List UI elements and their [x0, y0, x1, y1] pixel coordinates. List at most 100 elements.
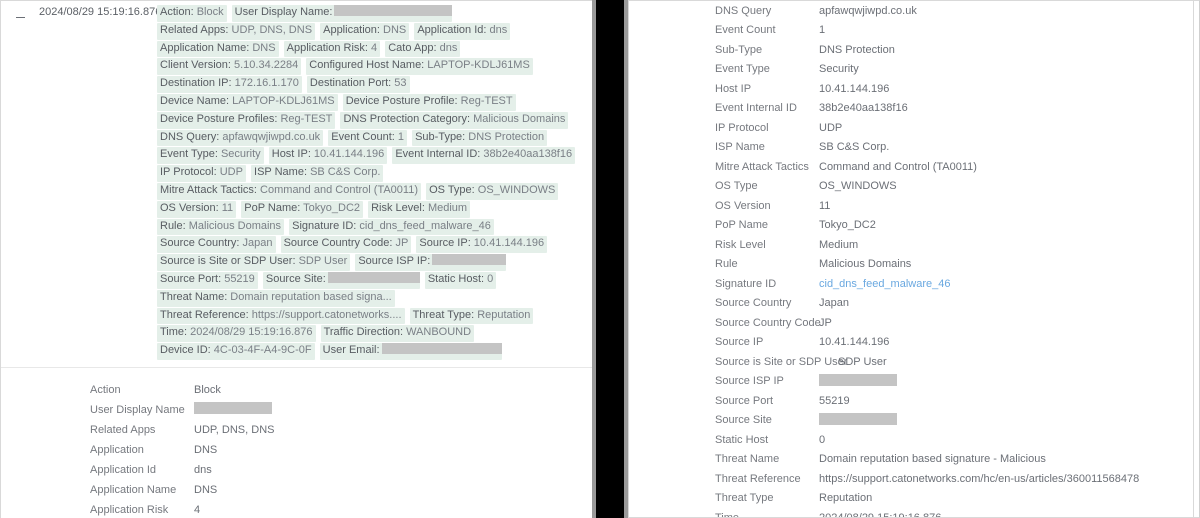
event-tag-key: Device Name: [160, 94, 230, 107]
event-tag[interactable]: OS Type: OS_WINDOWS [426, 182, 559, 200]
detail-value: DNS Protection [819, 43, 895, 56]
detail-label: PoP Name [715, 219, 768, 232]
event-tag[interactable]: Host IP: 10.41.144.196 [268, 147, 388, 165]
detail-label: Source Country [715, 297, 792, 310]
event-tag-key: Threat Reference: [160, 308, 249, 321]
right-panel-edge [1193, 1, 1194, 517]
detail-row: Application Name DNS [90, 480, 592, 500]
event-tag-value: 172.16.1.170 [231, 77, 299, 90]
event-tag-value: WANBOUND [403, 326, 472, 339]
event-tag[interactable]: Signature ID: cid_dns_feed_malware_46 [289, 218, 494, 236]
event-tag[interactable]: Client Version: 5.10.34.2284 [157, 58, 302, 76]
event-tag[interactable]: ISP Name: SB C&S Corp. [251, 165, 384, 182]
event-tag-key: IP Protocol: [160, 166, 217, 179]
detail-label: Related Apps [90, 423, 156, 436]
event-tag[interactable]: Application Risk: 4 [283, 40, 381, 58]
event-tag[interactable]: Source is Site or SDP User: SDP User [157, 254, 351, 271]
detail-row: Mitre Attack Tactics Command and Control … [715, 157, 1199, 177]
event-tag-key: Application Id: [417, 23, 487, 36]
event-tag[interactable]: Configured Host Name: LAPTOP-KDLJ61MS [306, 58, 533, 76]
detail-value: 1 [819, 24, 826, 37]
redacted-value [194, 402, 272, 415]
detail-label: Sub-Type [715, 43, 763, 56]
redacted-value [819, 412, 897, 425]
event-tag[interactable]: Related Apps: UDP, DNS, DNS [157, 22, 316, 40]
event-tag-key: Source IP: [419, 237, 471, 250]
event-tag[interactable]: Threat Reference: https://support.catone… [157, 307, 405, 325]
event-tag-value: LAPTOP-KDLJ61MS [229, 94, 335, 107]
event-tag-value: 4C-03-4F-A4-9C-0F [210, 344, 312, 357]
event-tag-value: Command and Control (TA0011) [257, 183, 418, 196]
event-tag-value: 4 [367, 41, 378, 54]
detail-label: Signature ID [715, 277, 777, 290]
detail-row: Risk Level Medium [715, 235, 1199, 255]
redacted-value [327, 271, 420, 283]
event-tag[interactable]: IP Protocol: UDP [157, 165, 246, 182]
event-tag[interactable]: Source Country Code: JP [280, 236, 412, 254]
event-tag[interactable]: Event Internal ID: 38b2e40aa138f16 [392, 147, 576, 165]
event-tag-key: Action: [160, 6, 194, 18]
detail-label: Static Host [715, 433, 769, 446]
event-tag[interactable]: Rule: Malicious Domains [157, 218, 285, 236]
event-tag-key: Risk Level: [371, 201, 425, 214]
event-tag-key: Application Risk: [286, 41, 368, 54]
panel-separator [592, 0, 628, 518]
event-tag[interactable]: Event Count: 1 [328, 129, 408, 147]
event-tag[interactable]: Source Port: 55219 [157, 271, 258, 289]
detail-value: Japan [819, 297, 849, 310]
event-tag[interactable]: Time: 2024/08/29 15:19:16.876 [157, 325, 316, 343]
event-tag-value: 10.41.144.196 [470, 237, 545, 250]
detail-row: Application DNS [90, 440, 592, 460]
event-tag[interactable]: Device Posture Profile: Reg-TEST [342, 93, 516, 111]
event-tag[interactable]: Action: Block [157, 5, 227, 22]
detail-label: Application [90, 443, 144, 456]
event-tag[interactable]: Mitre Attack Tactics: Command and Contro… [157, 182, 421, 200]
detail-label: Threat Name [715, 453, 780, 466]
event-tag[interactable]: Destination Port: 53 [306, 76, 410, 93]
event-tag-key: Traffic Direction: [323, 326, 404, 339]
event-tag[interactable]: Device Posture Profiles: Reg-TEST [157, 111, 336, 129]
event-tag[interactable]: PoP Name: Tokyo_DC2 [241, 200, 364, 218]
event-tag-value: UDP, DNS, DNS [228, 23, 313, 36]
event-tag[interactable]: Event Type: Security [157, 147, 264, 165]
detail-value: Block [194, 383, 221, 396]
event-tag[interactable]: DNS Query: apfawqwjiwpd.co.uk [157, 129, 324, 147]
detail-row: OS Version 11 [715, 196, 1199, 216]
event-tag[interactable]: Static Host: 0 [424, 271, 497, 289]
event-tag[interactable]: Cato App: dns [385, 40, 461, 58]
detail-value: Medium [819, 238, 859, 251]
event-tag[interactable]: Risk Level: Medium [368, 200, 471, 218]
detail-value [194, 402, 272, 417]
detail-value-link[interactable]: cid_dns_feed_malware_46 [819, 278, 950, 290]
event-tag[interactable]: Threat Name: Domain reputation based sig… [157, 289, 395, 307]
event-tag-key: Host IP: [271, 148, 311, 161]
event-tag[interactable]: Source ISP IP: [355, 254, 507, 271]
detail-value: Malicious Domains [819, 258, 912, 271]
event-tag[interactable]: Application Name: DNS [157, 40, 279, 58]
event-tag[interactable]: DNS Protection Category: Malicious Domai… [340, 111, 569, 129]
event-tag[interactable]: OS Version: 11 [157, 200, 237, 218]
event-tag[interactable]: Threat Type: Reputation [409, 307, 534, 325]
event-tag[interactable]: Destination IP: 172.16.1.170 [157, 76, 302, 93]
detail-row: User Display Name [90, 400, 592, 420]
event-tag[interactable]: Sub-Type: DNS Protection [412, 129, 548, 147]
event-tag[interactable]: Device ID: 4C-03-4F-A4-9C-0F [157, 343, 315, 360]
detail-label: Event Internal ID [715, 102, 797, 115]
event-tag[interactable]: Source Country: Japan [157, 236, 276, 254]
detail-row: Source is Site or SDP User SDP User [715, 352, 1199, 372]
detail-row: IP Protocol UDP [715, 118, 1199, 138]
event-summary-row: 2024/08/29 15:19:16.876 Action: Block Us… [1, 1, 592, 361]
detail-row: Source Country Code JP [715, 313, 1199, 333]
detail-label: OS Type [715, 180, 758, 193]
event-tag[interactable]: Source Site: [262, 271, 420, 289]
collapse-toggle-button[interactable] [1, 5, 39, 20]
detail-label: Application Risk [90, 503, 169, 516]
event-tag[interactable]: Source IP: 10.41.144.196 [416, 236, 548, 254]
event-tag[interactable]: Traffic Direction: WANBOUND [320, 325, 475, 343]
event-tag[interactable]: User Display Name: [231, 5, 453, 22]
event-tag[interactable]: User Email: [319, 343, 502, 360]
event-tag[interactable]: Application Id: dns [414, 22, 511, 40]
event-details-screen: 2024/08/29 15:19:16.876 Action: Block Us… [0, 0, 1200, 518]
event-tag[interactable]: Device Name: LAPTOP-KDLJ61MS [157, 93, 338, 111]
event-tag[interactable]: Application: DNS [320, 22, 410, 40]
